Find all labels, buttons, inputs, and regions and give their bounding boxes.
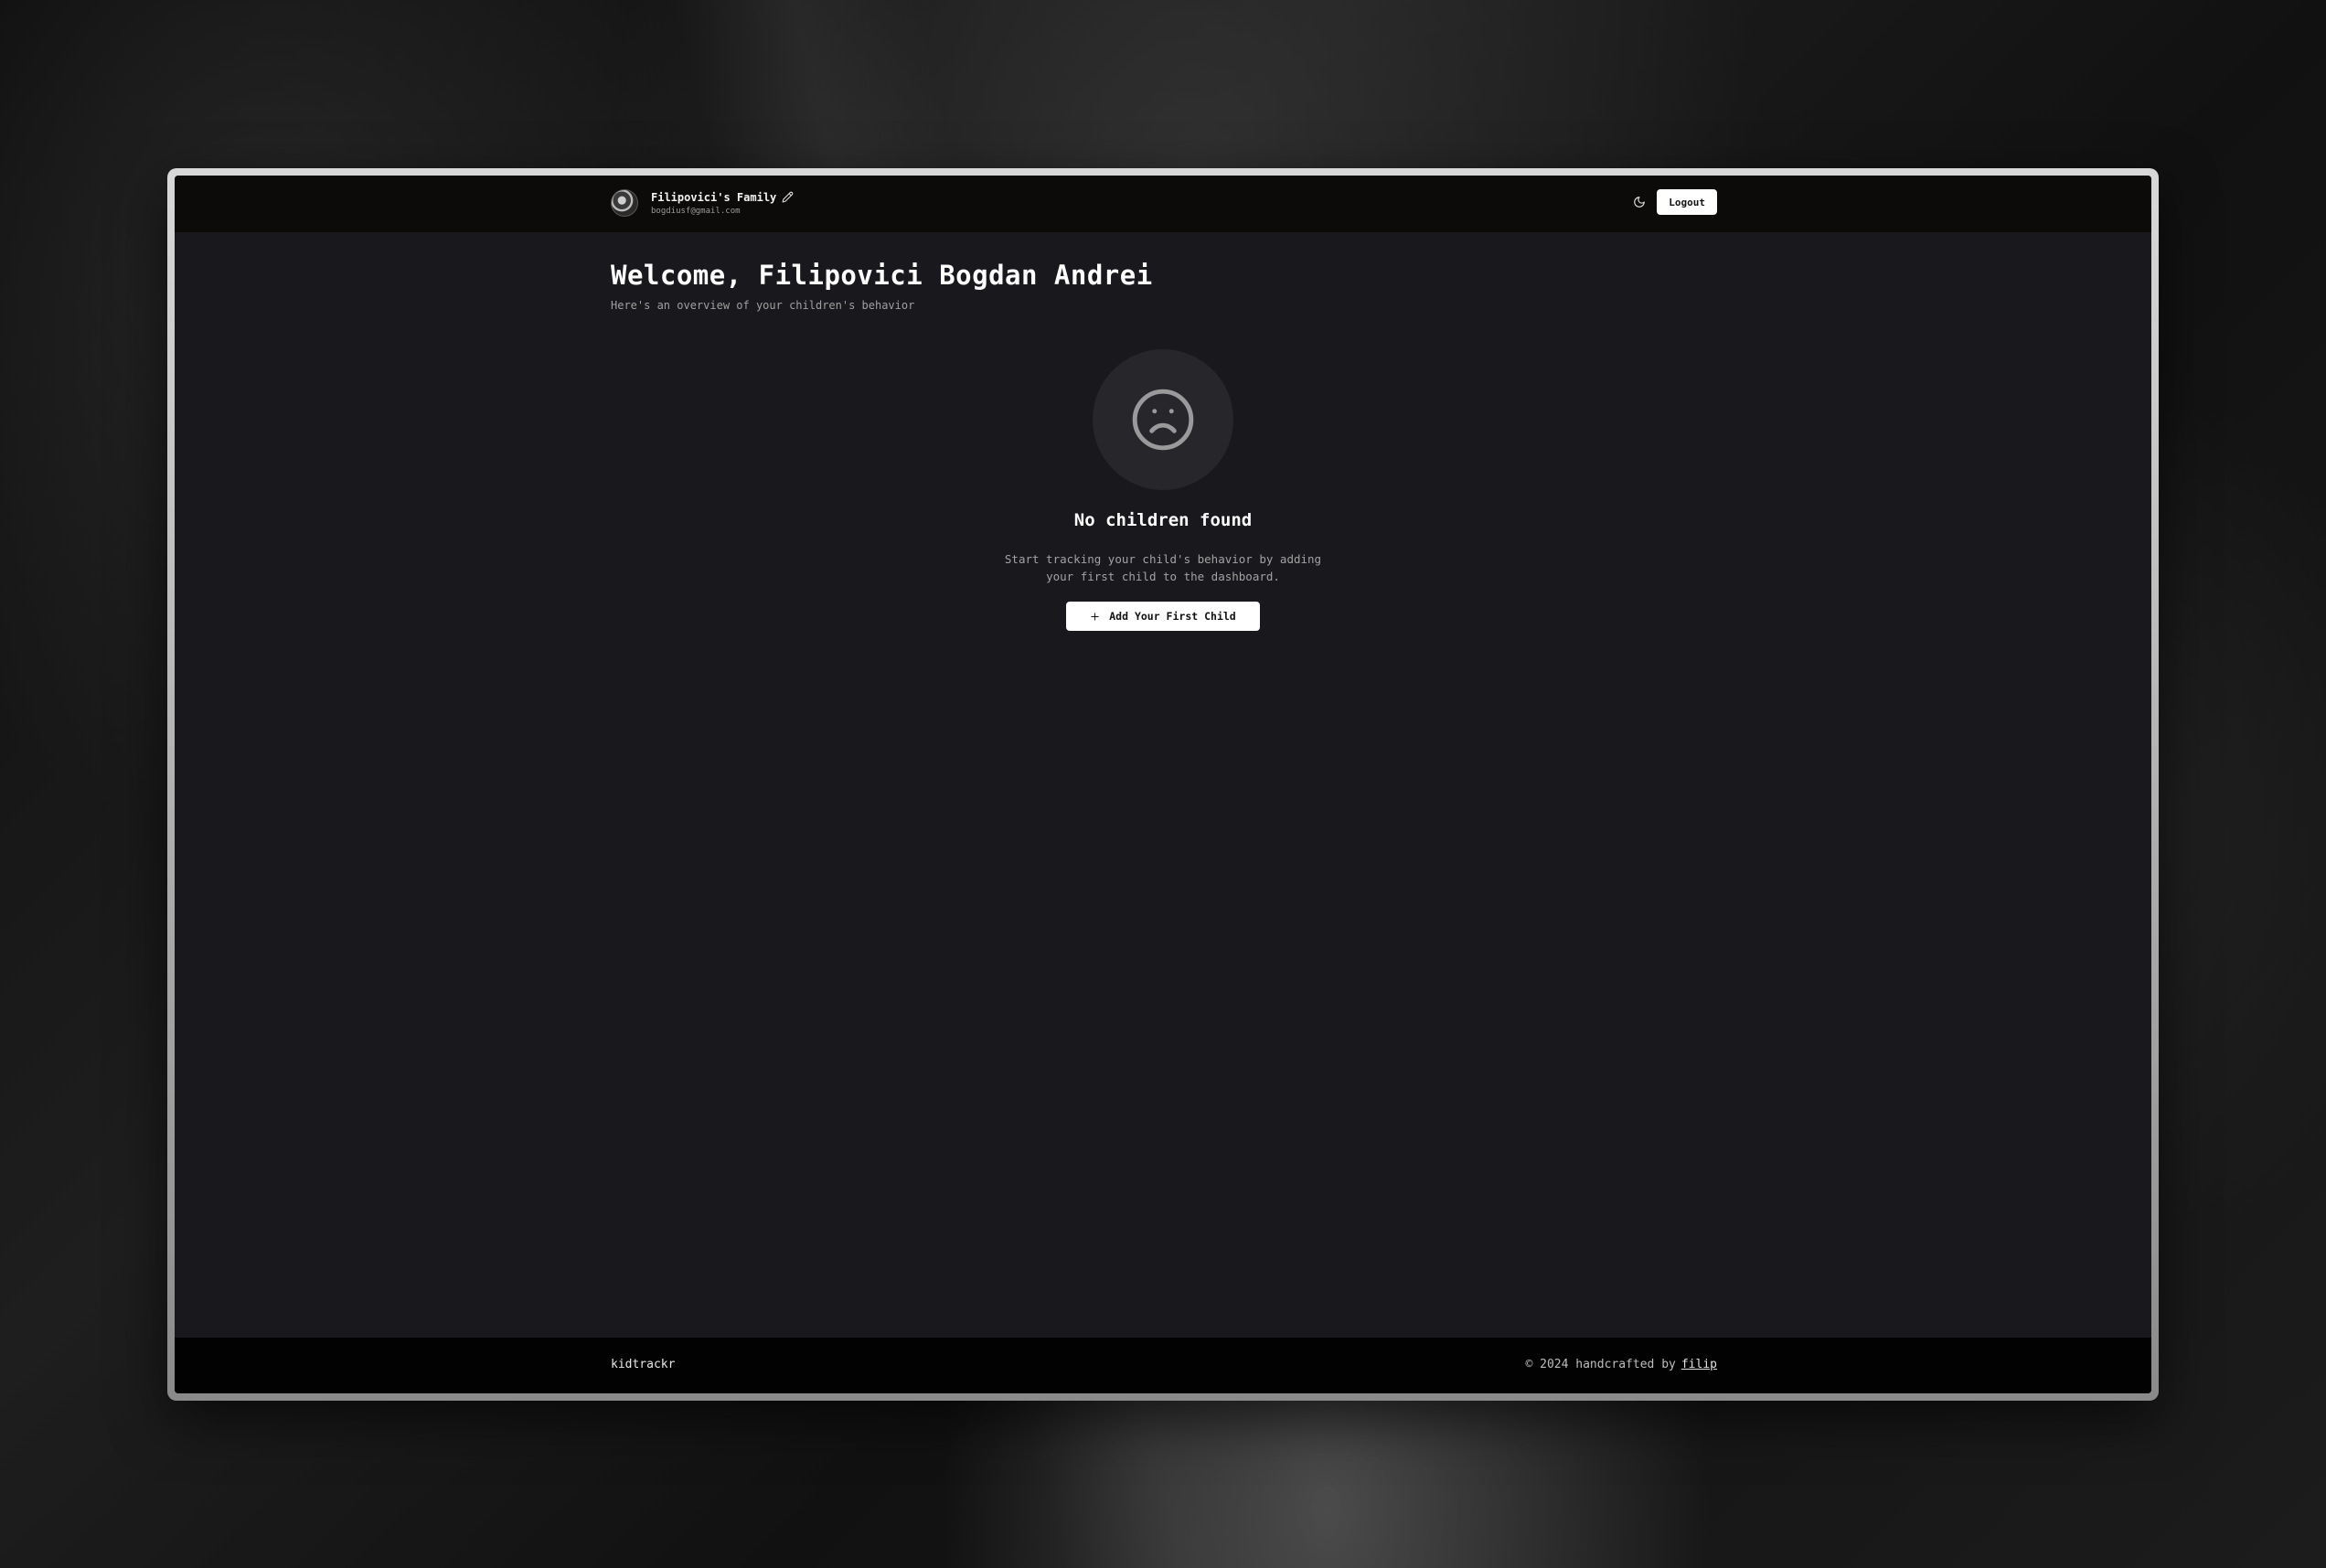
footer: kidtrackr © 2024 handcrafted by filip xyxy=(175,1338,2151,1393)
empty-state: No children found Start tracking your ch… xyxy=(175,349,2151,631)
footer-credit: © 2024 handcrafted by filip xyxy=(1525,1358,1717,1371)
family-name: Filipovici's Family xyxy=(651,190,777,204)
dashboard-main: Welcome, Filipovici Bogdan Andrei Here's… xyxy=(175,232,2151,1338)
logout-button[interactable]: Logout xyxy=(1657,189,1717,215)
page-title: Welcome, Filipovici Bogdan Andrei xyxy=(611,260,1153,291)
footer-brand: kidtrackr xyxy=(611,1358,676,1371)
add-first-child-label: Add Your First Child xyxy=(1109,610,1236,623)
empty-state-illustration xyxy=(1093,349,1233,490)
add-first-child-button[interactable]: Add Your First Child xyxy=(1066,602,1260,631)
pencil-icon[interactable] xyxy=(782,191,794,203)
family-info: Filipovici's Family bogdiusf@gmail.com xyxy=(651,191,794,216)
top-actions: Logout xyxy=(1633,189,1717,215)
footer-credit-text: © 2024 handcrafted by xyxy=(1525,1358,1676,1371)
sad-face-icon xyxy=(1132,389,1194,451)
author-link[interactable]: filip xyxy=(1681,1358,1717,1371)
moon-icon[interactable] xyxy=(1633,196,1646,208)
user-email: bogdiusf@gmail.com xyxy=(651,206,741,216)
app-window: Filipovici's Family bogdiusf@gmail.com L… xyxy=(175,176,2151,1393)
empty-state-title: No children found xyxy=(1073,510,1253,530)
browser-frame: Filipovici's Family bogdiusf@gmail.com L… xyxy=(167,168,2159,1401)
page-subtitle: Here's an overview of your children's be… xyxy=(611,299,915,312)
empty-state-description: Start tracking your child's behavior by … xyxy=(1004,552,1322,583)
avatar[interactable] xyxy=(611,189,638,217)
top-nav: Filipovici's Family bogdiusf@gmail.com L… xyxy=(175,176,2151,232)
family-name-row: Filipovici's Family xyxy=(651,191,794,204)
family-brand: Filipovici's Family bogdiusf@gmail.com xyxy=(611,189,794,217)
plus-icon xyxy=(1091,612,1099,621)
